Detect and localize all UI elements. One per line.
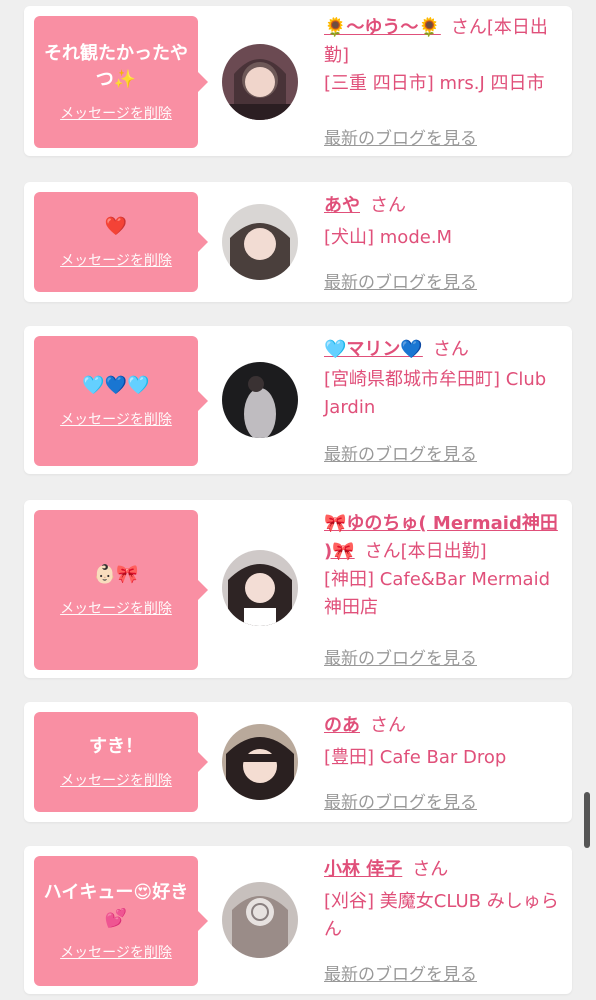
avatar[interactable] [222,362,298,438]
cast-info: 🎀ゆのちゅ( Mermaid神田 )🎀 さん[本日出勤] [神田] Cafe&Ba… [324,510,564,622]
delete-message-link[interactable]: メッセージを削除 [60,250,172,270]
message-bubble: ❤️ メッセージを削除 [34,192,208,292]
latest-blog-link[interactable]: 最新のブログを見る [324,124,477,149]
message-card: 👶🏻🎀 メッセージを削除 🎀ゆのちゅ( Mermaid神田 )🎀 さん[本日出勤]… [24,500,572,678]
message-card: 🩵💙🩵 メッセージを削除 🩵マリン💙 さん [宮崎県都城市牟田町] Club Ja… [24,326,572,474]
message-text: 🩵💙🩵 [82,375,150,396]
cast-name-link[interactable]: あや [324,195,360,216]
cast-name-link[interactable]: 小林 倖子 [324,859,402,880]
cast-info: 🌻〜ゆう〜🌻 さん[本日出勤] [三重 四日市] mrs.J 四日市 [324,14,564,98]
shop-name: [宮崎県都城市牟田町] Club Jardin [324,369,547,418]
message-bubble: すき！ メッセージを削除 [34,712,208,812]
shop-name: [犬山] mode.M [324,227,453,248]
honorific: さん [450,17,487,38]
cast-name-link[interactable]: 🩵マリン💙 [324,339,423,360]
honorific: さん [412,859,449,880]
shop-name: [三重 四日市] mrs.J 四日市 [324,73,545,94]
cast-info: あや さん [犬山] mode.M [324,192,564,252]
latest-blog-link[interactable]: 最新のブログを見る [324,644,477,669]
cast-info: 小林 倖子 さん [刈谷] 美魔女CLUB みしゅらん [324,856,564,944]
scrollbar[interactable] [584,792,590,848]
delete-message-link[interactable]: メッセージを削除 [60,770,172,790]
latest-blog-link[interactable]: 最新のブログを見る [324,440,477,465]
delete-message-link[interactable]: メッセージを削除 [60,103,172,123]
avatar[interactable] [222,724,298,800]
message-text: それ観たかったやつ✨ [44,43,188,90]
avatar[interactable] [222,44,298,120]
message-card: すき！ メッセージを削除 のあ さん [豊田] Cafe Bar Drop 最新の… [24,702,572,822]
cast-info: 🩵マリン💙 さん [宮崎県都城市牟田町] Club Jardin [324,336,564,422]
cast-info: のあ さん [豊田] Cafe Bar Drop [324,712,564,772]
cast-name-link[interactable]: のあ [324,715,360,736]
message-text: ❤️ [104,216,128,237]
message-bubble: ハイキュー😍好き💕 メッセージを削除 [34,856,208,986]
honorific: さん [370,195,406,216]
message-bubble: 🩵💙🩵 メッセージを削除 [34,336,208,466]
message-text: すき！ [89,736,143,757]
delete-message-link[interactable]: メッセージを削除 [60,942,172,962]
message-card: ❤️ メッセージを削除 あや さん [犬山] mode.M 最新のブログを見る [24,182,572,302]
work-status: [本日出勤] [400,541,487,562]
shop-name: [刈谷] 美魔女CLUB みしゅらん [324,891,559,940]
message-text: ハイキュー😍好き💕 [43,882,189,929]
latest-blog-link[interactable]: 最新のブログを見る [324,960,477,985]
avatar[interactable] [222,550,298,626]
message-bubble: それ観たかったやつ✨ メッセージを削除 [34,16,208,148]
latest-blog-link[interactable]: 最新のブログを見る [324,268,477,293]
honorific: さん [370,715,406,736]
delete-message-link[interactable]: メッセージを削除 [60,598,172,618]
avatar[interactable] [222,882,298,958]
message-card: それ観たかったやつ✨ メッセージを削除 🌻〜ゆう〜🌻 さん[本日出勤] [三重 四… [24,6,572,156]
honorific: さん [432,339,469,360]
honorific: さん [364,541,401,562]
latest-blog-link[interactable]: 最新のブログを見る [324,788,477,813]
message-card: ハイキュー😍好き💕 メッセージを削除 小林 倖子 さん [刈谷] 美魔女CLUB … [24,846,572,994]
avatar[interactable] [222,204,298,280]
cast-name-link[interactable]: 🌻〜ゆう〜🌻 [324,17,441,38]
shop-name: [豊田] Cafe Bar Drop [324,747,507,768]
message-text: 👶🏻🎀 [93,564,139,585]
delete-message-link[interactable]: メッセージを削除 [60,409,172,429]
message-bubble: 👶🏻🎀 メッセージを削除 [34,510,208,670]
shop-name: [神田] Cafe&Bar Mermaid 神田店 [324,569,550,618]
